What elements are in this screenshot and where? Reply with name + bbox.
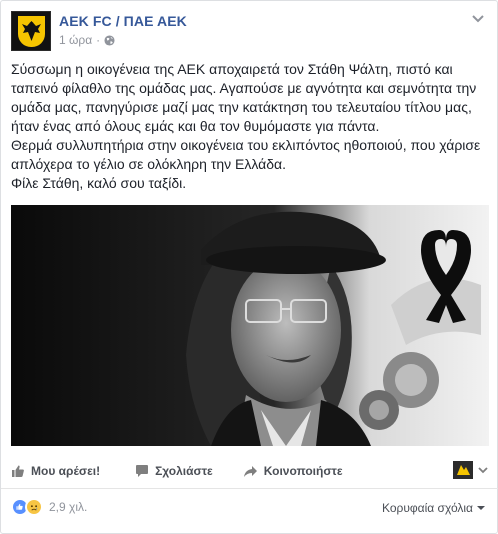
meta-separator: · (96, 33, 101, 47)
post-timestamp[interactable]: 1 ώρα (59, 33, 92, 47)
post-actions: Μου αρέσει! Σχολιάστε Κοινοποιήστε (11, 459, 489, 483)
like-label: Μου αρέσει! (31, 464, 101, 478)
share-button[interactable]: Κοινοποιήστε (243, 464, 343, 478)
post-paragraph: Σύσσωμη η οικογένεια της ΑΕΚ αποχαιρετά … (11, 61, 477, 134)
post-photo[interactable] (11, 205, 489, 446)
post-paragraph: Θερμά συλλυπητήρια στην οικογένεια του ε… (11, 137, 481, 172)
top-comments-label: Κορυφαία σχόλια (381, 501, 473, 515)
chevron-down-icon[interactable] (471, 14, 485, 24)
sad-reaction-icon (25, 498, 43, 516)
comment-icon (136, 465, 149, 477)
reaction-count: 2,9 χιλ. (49, 500, 88, 514)
reaction-icons (11, 498, 43, 516)
page-name-link[interactable]: AEK FC / ΠΑΕ ΑΕΚ (59, 13, 187, 29)
aek-eagle-logo (18, 16, 45, 47)
post-as-selector[interactable] (453, 461, 489, 479)
share-arrow-icon (243, 465, 257, 477)
share-label: Κοινοποιήστε (263, 464, 343, 478)
page-avatar[interactable] (11, 11, 51, 51)
divider (1, 488, 498, 489)
comment-button[interactable]: Σχολιάστε (135, 464, 213, 478)
post-paragraph: Φίλε Στάθη, καλό σου ταξίδι. (11, 175, 187, 191)
post-text: Σύσσωμη η οικογένεια της ΑΕΚ αποχαιρετά … (11, 60, 491, 193)
chevron-down-icon (478, 467, 488, 474)
globe-icon[interactable] (104, 34, 115, 46)
facebook-post: AEK FC / ΠΑΕ ΑΕΚ 1 ώρα · Σύσσωμη η οικογ… (0, 0, 498, 534)
top-comments-dropdown[interactable]: Κορυφαία σχόλια (382, 501, 485, 515)
thumbs-up-icon (12, 465, 24, 477)
portrait-image (11, 205, 489, 446)
post-meta: 1 ώρα · (59, 33, 115, 47)
caret-down-icon (477, 506, 485, 510)
comment-label: Σχολιάστε (155, 464, 213, 478)
reactions-summary[interactable]: 2,9 χιλ. (11, 498, 87, 516)
viewer-avatar (453, 461, 473, 479)
like-button[interactable]: Μου αρέσει! (11, 464, 100, 478)
